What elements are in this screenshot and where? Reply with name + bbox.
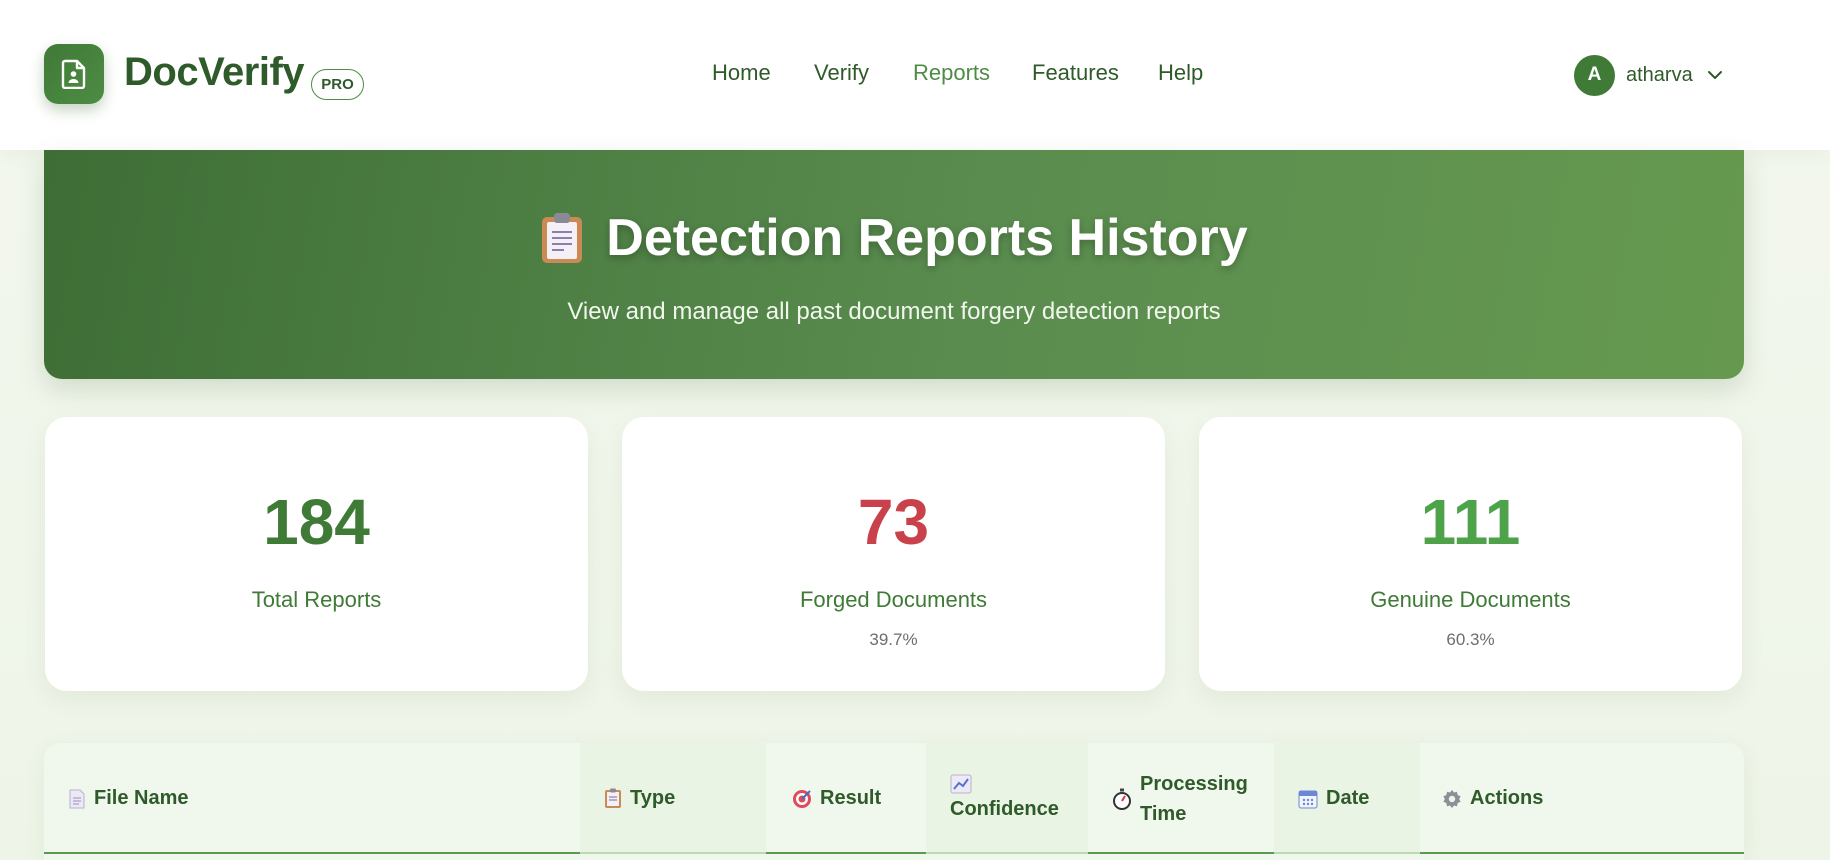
gear-icon (1442, 789, 1462, 809)
username: atharva (1626, 63, 1693, 86)
column-header-type[interactable]: Type (580, 743, 766, 854)
stat-value-genuine: 111 (1420, 486, 1521, 558)
page-title: Detection Reports History (606, 209, 1248, 267)
column-header-result[interactable]: Result (766, 743, 926, 854)
column-header-processing-time[interactable]: Processing Time (1088, 743, 1274, 854)
column-label: Type (630, 787, 676, 809)
clipboard-icon (542, 213, 583, 263)
stat-label-total: Total Reports (251, 587, 382, 612)
stat-card-total: 184 Total Reports (45, 417, 588, 691)
nav-help[interactable]: Help (1158, 60, 1203, 86)
stat-percent-forged: 39.7% (869, 630, 918, 649)
column-label: Actions (1470, 787, 1544, 809)
stat-label-genuine: Genuine Documents (1370, 587, 1571, 612)
chart-icon (950, 774, 972, 794)
stat-label-forged: Forged Documents (799, 587, 988, 612)
nav-home[interactable]: Home (712, 60, 771, 86)
column-label: Date (1326, 787, 1370, 809)
main-nav: Home Verify Reports Features Help (0, 60, 1830, 90)
column-header-file-name[interactable]: File Name (68, 743, 580, 854)
column-header-confidence[interactable]: Confidence (926, 743, 1088, 854)
column-label: Confidence (950, 797, 1059, 820)
chevron-down-icon (1707, 71, 1722, 79)
clipboard-icon (604, 788, 622, 809)
calendar-icon (1298, 789, 1318, 809)
top-navigation-bar: DocVerify PRO Home Verify Reports Featur… (0, 0, 1830, 150)
stat-card-forged: 73 Forged Documents 39.7% (622, 417, 1165, 691)
column-label: File Name (94, 787, 189, 809)
column-label: Result (820, 787, 882, 809)
nav-reports[interactable]: Reports (913, 60, 990, 86)
hero-banner: Detection Reports History View and manag… (44, 150, 1744, 379)
reports-table: File Name Type Result Confidence Process… (44, 743, 1744, 860)
avatar: A (1574, 54, 1615, 96)
column-header-actions[interactable]: Actions (1420, 743, 1744, 854)
column-header-date[interactable]: Date (1274, 743, 1420, 854)
stat-card-genuine: 111 Genuine Documents 60.3% (1199, 417, 1742, 691)
nav-verify[interactable]: Verify (814, 60, 869, 86)
stat-percent-genuine: 60.3% (1446, 630, 1495, 649)
stat-value-forged: 73 (857, 486, 930, 558)
user-menu[interactable]: A atharva (1574, 54, 1723, 96)
column-label: Processing Time (1140, 772, 1248, 825)
stat-value-total: 184 (263, 486, 370, 558)
document-icon (68, 789, 86, 809)
table-header-row: File Name Type Result Confidence Process… (44, 743, 1744, 854)
nav-features[interactable]: Features (1032, 60, 1119, 86)
stopwatch-icon (1112, 788, 1132, 810)
target-icon (792, 789, 812, 809)
page-subtitle: View and manage all past document forger… (567, 298, 1221, 325)
